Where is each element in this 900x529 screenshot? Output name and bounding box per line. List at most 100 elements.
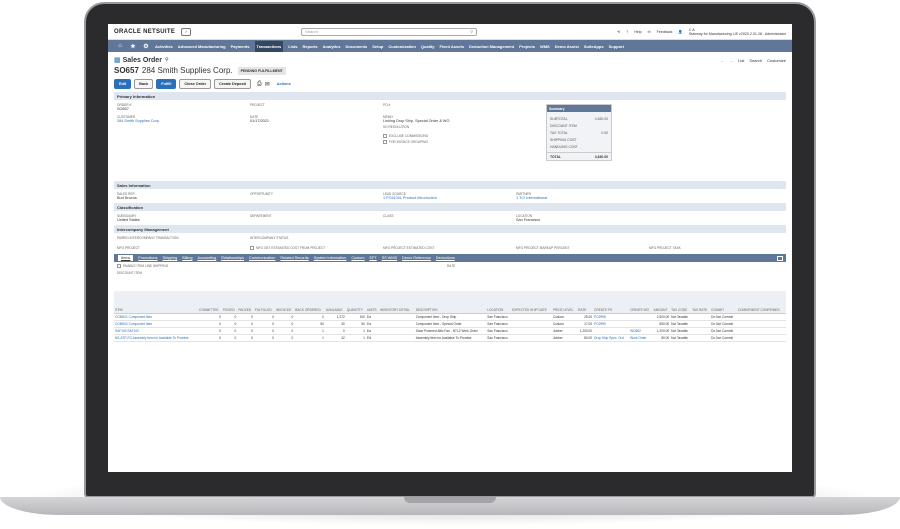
nav-advanced-manufacturing[interactable]: Advanced Manufacturing xyxy=(178,44,226,49)
customize-link[interactable]: Customize xyxy=(767,58,786,63)
table-cell xyxy=(691,334,711,342)
global-search-input[interactable]: Search ⚲ xyxy=(301,27,478,36)
nav-demo-assist[interactable]: Demo Assist xyxy=(555,44,579,49)
print-icon[interactable]: ⎙ xyxy=(257,81,262,88)
star-icon[interactable]: ★ xyxy=(129,43,137,50)
tab-communication[interactable]: Communication xyxy=(249,256,275,260)
table-cell xyxy=(378,313,415,321)
tab-billing[interactable]: Billing xyxy=(182,256,192,260)
sales-info-header[interactable]: Sales Information xyxy=(114,181,786,189)
table-cell[interactable]: COM002 Component Item xyxy=(114,320,199,328)
exclude-commissions-checkbox[interactable] xyxy=(383,134,387,138)
intercompany-header[interactable]: Intercompany Management xyxy=(114,225,786,233)
nav-customization[interactable]: Customization xyxy=(388,44,416,49)
tab-items[interactable]: Items xyxy=(118,255,134,261)
company-logo-icon[interactable]: ✓ xyxy=(181,27,192,36)
customer-link[interactable]: 284 Smith Supplies Corp. xyxy=(117,119,250,123)
tab-demo-reference[interactable]: Demo Reference xyxy=(402,256,431,260)
nav-fixed-assets[interactable]: Fixed Assets xyxy=(439,44,464,49)
line-shipping-checkbox[interactable] xyxy=(117,264,121,268)
primary-info-header[interactable]: Primary Information xyxy=(114,92,786,100)
back-button[interactable]: Back xyxy=(134,79,154,89)
tab-related-records[interactable]: Related Records xyxy=(280,256,308,260)
table-cell[interactable]: WO692 xyxy=(629,327,653,335)
tab-system-information[interactable]: System Information xyxy=(314,256,347,260)
mfg-get-cost-checkbox[interactable] xyxy=(250,246,254,250)
table-cell: 0 xyxy=(237,320,254,328)
recent-records-icon[interactable]: ⟲ xyxy=(617,30,620,34)
classification-header[interactable]: Classification xyxy=(114,203,786,211)
next-record-icon[interactable]: → xyxy=(729,58,733,63)
tab-shipping[interactable]: Shipping xyxy=(163,256,178,260)
table-cell[interactable]: PO2999 xyxy=(593,320,630,328)
search-icon[interactable]: ⚲ xyxy=(470,29,473,34)
user-avatar-icon[interactable]: 👤 xyxy=(678,30,682,34)
table-cell: 0 xyxy=(237,313,254,321)
column-header: INVOICED xyxy=(274,291,295,314)
partner-link[interactable]: 1 TCI International xyxy=(516,196,649,200)
nav-activities[interactable]: Activities xyxy=(155,44,173,49)
table-cell[interactable]: Drop Ship Spec. Ord. xyxy=(593,334,630,342)
create-deposit-button[interactable]: Create Deposit xyxy=(214,79,251,89)
home-icon[interactable]: ⌂ xyxy=(116,43,124,49)
help-icon[interactable]: ? xyxy=(626,30,628,34)
search-link[interactable]: Search xyxy=(749,58,762,63)
close-order-button[interactable]: Close Order xyxy=(179,79,212,89)
table-cell[interactable]: SAF100 SAF100 xyxy=(114,327,199,335)
lead-source-link[interactable]: 1 PC6100L Product Introduction xyxy=(383,196,516,200)
classification-fields: SUBSIDIARY United States DEPARTMENT CLASS… xyxy=(114,211,786,222)
nav-lists[interactable]: Lists xyxy=(288,44,297,49)
email-icon[interactable]: ✉ xyxy=(265,81,270,88)
nav-support[interactable]: Support xyxy=(609,44,624,49)
table-cell: 1,200.00 xyxy=(652,327,671,335)
nav-reports[interactable]: Reports xyxy=(303,44,318,49)
table-row[interactable]: COM002 Component Item 0 0 0 0 0 50 30 50 Ea Compon… xyxy=(114,320,786,328)
nav-quality[interactable]: Quality xyxy=(421,44,435,49)
expand-icon[interactable] xyxy=(777,255,783,261)
column-header: INVENTORY DETAIL xyxy=(378,291,415,314)
nav-documents[interactable]: Documents xyxy=(345,44,367,49)
help-link[interactable]: Help xyxy=(634,30,641,34)
table-cell[interactable]: PO2998 xyxy=(593,313,630,321)
table-cell: Do Not Commit xyxy=(710,313,737,321)
table-cell: 2,500.00 xyxy=(652,313,671,321)
previous-record-icon[interactable]: ← xyxy=(720,58,724,63)
table-cell[interactable]: COM001 Component Item xyxy=(114,313,199,321)
feedback-link[interactable]: Feedback xyxy=(657,30,673,34)
search-icon[interactable]: ⚲ xyxy=(165,57,169,63)
tab-accounting[interactable]: Accounting xyxy=(197,256,216,260)
nav-setup[interactable]: Setup xyxy=(372,44,383,49)
items-table: ITEM COMMITTED PICKED PACKED FULFILLED INVOIC… xyxy=(114,291,786,342)
fulfill-button[interactable]: Fulfill xyxy=(156,79,177,89)
table-cell xyxy=(378,320,415,328)
edit-button[interactable]: Edit xyxy=(114,79,132,89)
list-link[interactable]: List xyxy=(738,58,744,63)
invoice-grouping-checkbox[interactable] xyxy=(383,140,387,144)
nav-wms[interactable]: WMS xyxy=(540,44,550,49)
table-cell: 850.00 xyxy=(652,320,671,328)
user-menu[interactable]: C A Stairway for Manufacturing LIS v2020… xyxy=(689,28,786,36)
feedback-icon[interactable]: ✉ xyxy=(648,30,651,34)
nav-suiteapps[interactable]: SuiteApps xyxy=(584,44,604,49)
nav-deduction-management[interactable]: Deduction Management xyxy=(469,44,514,49)
column-header: CREATE WO xyxy=(629,291,653,314)
tab-deductions[interactable]: Deductions xyxy=(436,256,455,260)
tab-eft[interactable]: EFT xyxy=(370,256,377,260)
table-cell[interactable]: NS-ATP-FG Assembly Item for Available To… xyxy=(114,334,199,342)
table-cell[interactable]: Work Order xyxy=(629,334,653,342)
tab-relationships[interactable]: Relationships xyxy=(221,256,244,260)
table-row[interactable]: SAF100 SAF100 0 0 0 0 0 1 0 1 Ea Solar Powered Att… xyxy=(114,327,786,335)
app-logo[interactable]: ORACLE NETSUITE xyxy=(114,29,175,35)
nav-transactions[interactable]: Transactions xyxy=(254,40,284,52)
partner-field: PARTNER 1 TCI International xyxy=(516,192,649,200)
tab-ss-wms[interactable]: SS WMS xyxy=(382,256,397,260)
actions-menu[interactable]: Actions xyxy=(273,80,295,88)
table-row[interactable]: COM001 Component Item 0 0 0 0 0 0 1,272 100 Ea Com… xyxy=(114,313,786,321)
nav-projects[interactable]: Projects xyxy=(519,44,535,49)
tab-custom[interactable]: Custom xyxy=(351,256,364,260)
tab-promotions[interactable]: Promotions xyxy=(138,256,157,260)
nav-analytics[interactable]: Analytics xyxy=(323,44,341,49)
nav-payments[interactable]: Payments xyxy=(231,44,250,49)
dashboard-icon[interactable]: ⚙ xyxy=(142,43,150,50)
table-row[interactable]: NS-ATP-FG Assembly Item for Available To… xyxy=(114,334,786,342)
